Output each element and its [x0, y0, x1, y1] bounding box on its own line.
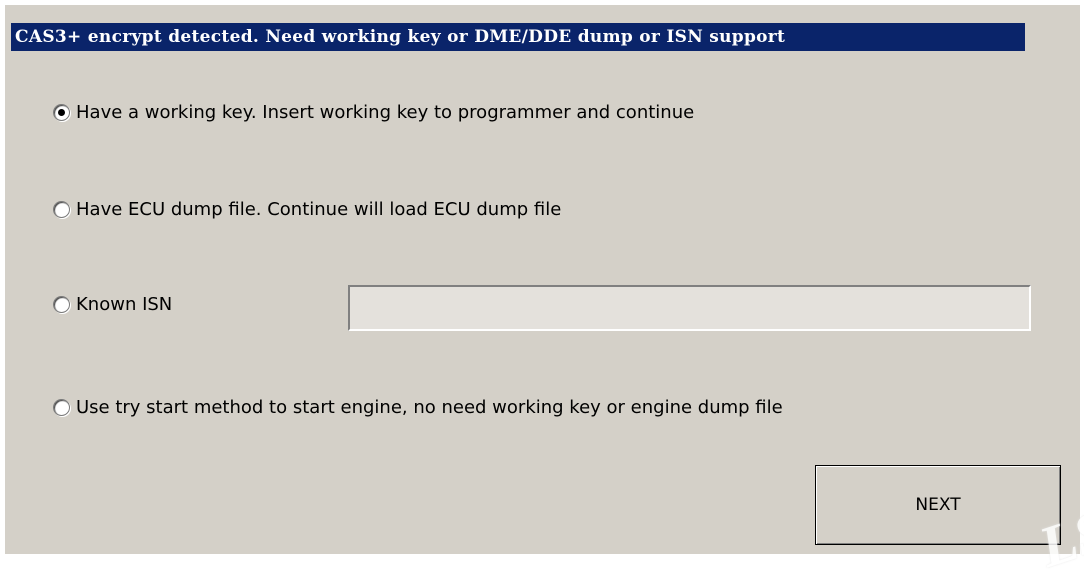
- radio-working-key[interactable]: [53, 104, 70, 121]
- radio-ecu-dump[interactable]: [53, 201, 70, 218]
- radio-known-isn[interactable]: [53, 296, 70, 313]
- option-known-isn[interactable]: Known ISN: [53, 294, 172, 315]
- dialog-window: CAS3+ encrypt detected. Need working key…: [4, 4, 1080, 554]
- option-ecu-dump-label[interactable]: Have ECU dump file. Continue will load E…: [76, 199, 561, 220]
- next-button[interactable]: NEXT: [815, 465, 1061, 545]
- option-working-key-label[interactable]: Have a working key. Insert working key t…: [76, 102, 694, 123]
- option-ecu-dump[interactable]: Have ECU dump file. Continue will load E…: [53, 199, 561, 220]
- option-try-start-label[interactable]: Use try start method to start engine, no…: [76, 397, 783, 418]
- option-known-isn-label[interactable]: Known ISN: [76, 294, 172, 315]
- option-try-start[interactable]: Use try start method to start engine, no…: [53, 397, 783, 418]
- isn-input[interactable]: [348, 285, 1031, 331]
- title-bar: CAS3+ encrypt detected. Need working key…: [11, 23, 1025, 51]
- option-working-key[interactable]: Have a working key. Insert working key t…: [53, 102, 694, 123]
- radio-try-start[interactable]: [53, 399, 70, 416]
